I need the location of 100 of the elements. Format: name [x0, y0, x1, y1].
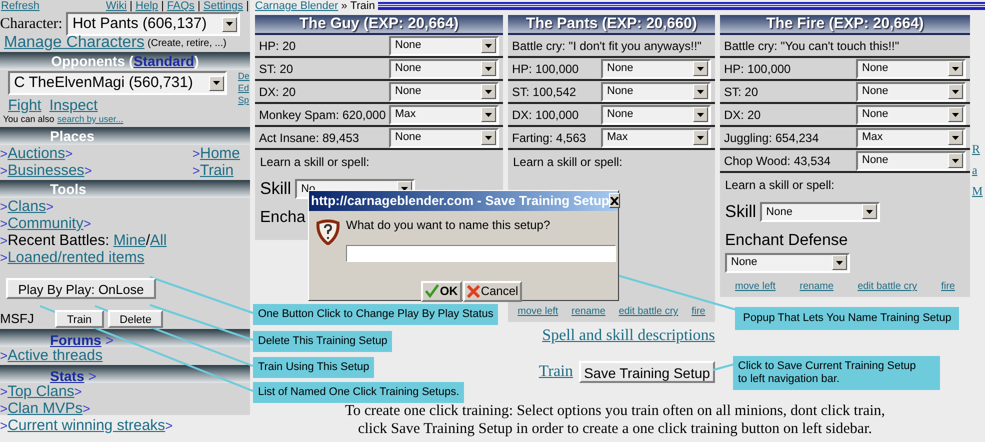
dialog-button[interactable]: OK — [420, 280, 462, 302]
arrow-text: > — [0, 232, 8, 249]
header-text: ) — [194, 54, 199, 68]
caret-icon — [697, 112, 704, 116]
link[interactable]: R — [972, 139, 983, 160]
panel-link[interactable]: edit battle cry — [618, 304, 678, 319]
stat-label: Farting: 4,563 — [512, 130, 586, 146]
header-link[interactable]: Forums — [50, 333, 102, 347]
nav-link[interactable]: Home — [200, 145, 240, 162]
caret-icon — [485, 44, 492, 48]
panel-link[interactable]: edit battle cry — [858, 279, 918, 294]
dialog-button[interactable]: Cancel — [462, 280, 522, 302]
dropdown[interactable]: None — [856, 104, 966, 124]
header-link[interactable]: Standard — [134, 54, 194, 68]
link[interactable]: Fight — [8, 95, 42, 113]
button[interactable]: Delete — [108, 310, 164, 328]
search-link[interactable]: search by user... — [57, 112, 124, 126]
nav-link[interactable]: Current winning streaks — [8, 417, 166, 434]
panel-link[interactable]: move left — [735, 279, 776, 294]
dropdown[interactable]: None — [856, 150, 966, 170]
caret-icon — [952, 112, 959, 116]
breadcrumb-current: Train — [350, 0, 375, 14]
stat-label: DX: 20 — [259, 84, 296, 100]
link[interactable]: Mine — [113, 232, 146, 249]
nav-link[interactable]: Top Clans — [8, 383, 74, 400]
link[interactable]: M — [972, 181, 983, 202]
button[interactable]: Train — [55, 310, 104, 328]
panel-link[interactable]: fire — [691, 304, 706, 319]
dropdown[interactable]: C TheElvenMagi (560,731) — [8, 71, 227, 95]
dropdown[interactable]: None — [725, 252, 850, 272]
arrow-text: > — [165, 417, 173, 434]
callout: Delete This Training Setup — [253, 331, 392, 352]
dropdown[interactable]: None — [389, 58, 499, 78]
top-link[interactable]: Wiki — [106, 0, 127, 12]
link[interactable]: De — [238, 70, 250, 82]
link[interactable]: a — [972, 160, 983, 181]
nav-link[interactable]: Active threads — [8, 347, 103, 364]
top-link[interactable]: Help — [136, 0, 158, 12]
link[interactable]: Ed — [238, 82, 250, 94]
dropdown[interactable]: None — [601, 104, 711, 124]
link[interactable]: Sp — [238, 94, 250, 106]
breadcrumb-separator: » — [341, 0, 348, 14]
arrow-text: > — [65, 145, 73, 162]
dropdown[interactable]: None — [389, 128, 499, 148]
link[interactable]: Inspect — [49, 95, 98, 113]
top-link[interactable]: FAQs — [167, 0, 195, 12]
nav-link[interactable]: Clan MVPs — [8, 400, 83, 417]
panel-link[interactable]: rename — [572, 304, 606, 319]
nav-link[interactable]: Businesses — [8, 162, 84, 179]
setup-name: MSFJ — [0, 310, 35, 328]
dropdown[interactable]: None — [856, 82, 966, 102]
close-button[interactable] — [609, 193, 620, 208]
arrow-text: > — [88, 369, 96, 383]
nav-link[interactable]: Loaned/rented items — [8, 249, 144, 266]
instructions-text: To create one click training: Select options you train often on all minions, dont click train, click Save Training Setup in order to create a one click training button on left sidebar. — [344, 402, 886, 438]
dropdown[interactable]: Max — [856, 128, 966, 148]
button[interactable]: Save Training Setup — [579, 361, 715, 383]
dropdown[interactable]: None — [601, 58, 711, 78]
callout: One Button Click to Change Play By Play Status — [253, 304, 498, 325]
stat-label: ST: 20 — [724, 84, 758, 100]
panel-link[interactable]: fire — [941, 279, 955, 294]
nav-link[interactable]: Auctions — [8, 145, 66, 162]
dropdown[interactable]: None — [601, 82, 711, 102]
separator-text: | — [246, 0, 249, 12]
dropdown[interactable]: Hot Pants (606,137) — [66, 12, 240, 36]
dropdown[interactable]: Max — [601, 128, 711, 148]
manage-link[interactable]: Manage Characters — [4, 35, 145, 51]
name-input[interactable] — [346, 244, 616, 262]
nav-link[interactable]: Clans — [8, 198, 46, 215]
link[interactable]: All — [150, 232, 167, 249]
note-text: (Create, retire, ...) — [148, 37, 226, 51]
skill-label: Skill — [725, 201, 756, 223]
learn-label: Learn a skill or spell: — [725, 177, 836, 194]
arrow-text: > — [105, 333, 114, 347]
nav-link[interactable]: Train — [200, 162, 234, 179]
dropdown[interactable]: None — [856, 58, 966, 78]
stat-label: HP: 20 — [259, 38, 296, 54]
panel-link[interactable]: move left — [518, 304, 558, 319]
arrow-text: > — [0, 347, 8, 364]
dropdown[interactable]: None — [760, 202, 880, 222]
callout: Train Using This Setup — [253, 357, 374, 378]
breadcrumb-link[interactable]: Carnage Blender — [255, 0, 338, 14]
button[interactable]: Play By Play: OnLose — [6, 278, 156, 299]
train-link[interactable]: Train — [538, 360, 573, 384]
refresh-link[interactable]: Refresh — [1, 0, 40, 12]
header-text: Tools — [50, 182, 86, 196]
dropdown[interactable]: None — [389, 36, 499, 56]
header-text: Opponents ( — [51, 54, 134, 68]
arrow-text: > — [46, 198, 54, 215]
dropdown[interactable]: Max — [389, 104, 499, 124]
descriptions-link[interactable]: Spell and skill descriptions — [542, 324, 715, 348]
top-link[interactable]: Settings — [203, 0, 244, 12]
question-icon — [315, 218, 341, 244]
caret-icon — [697, 66, 704, 70]
arrow-text: > — [0, 249, 8, 266]
header-link[interactable]: Stats — [50, 369, 84, 383]
panel-link[interactable]: rename — [800, 279, 834, 294]
arrow-text: > — [82, 400, 90, 417]
nav-link[interactable]: Community — [8, 215, 84, 232]
dropdown[interactable]: None — [389, 82, 499, 102]
